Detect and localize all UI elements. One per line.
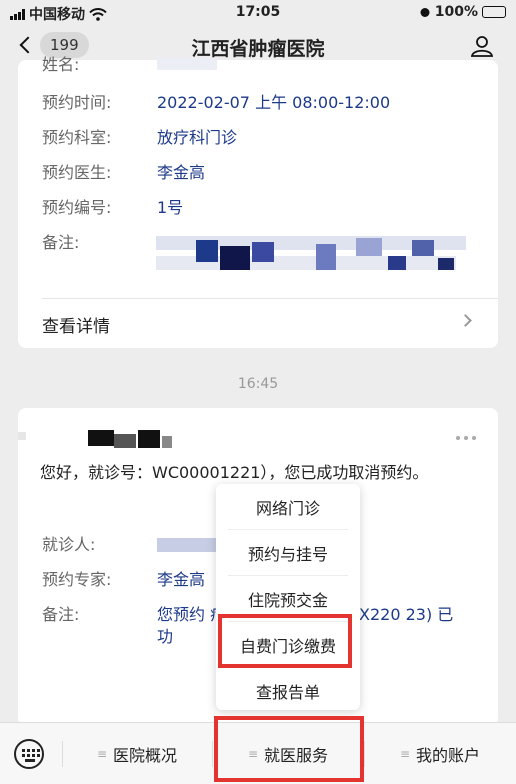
more-options-icon[interactable] — [456, 436, 476, 440]
divider — [42, 298, 498, 299]
redacted-mosaic — [18, 426, 178, 450]
status-bar: 中国移动 17:05 100% — [0, 0, 516, 24]
row-value: 2022-02-07 上午 08:00-12:00 — [157, 93, 391, 112]
row-value: 放疗科门诊 — [157, 128, 238, 147]
menu-icon: ≡ — [96, 747, 108, 761]
battery-area: 100% — [419, 4, 506, 20]
row-label: 预约时间: — [42, 93, 112, 112]
row-label: 备注: — [42, 605, 80, 624]
alarm-icon — [420, 8, 430, 17]
redacted-mosaic — [156, 232, 466, 274]
row-partial-name: 姓名: — [42, 54, 478, 76]
menu-item-online-clinic[interactable]: 网络门诊 — [228, 484, 348, 530]
row-appointment-number: 预约编号: 1号 — [42, 197, 478, 219]
menu-icon: ≡ — [399, 747, 411, 761]
cancellation-message: 您好，就诊号：WC00001221），您已成功取消预约。 — [40, 463, 429, 482]
row-label: 预约专家: — [42, 570, 112, 589]
row-label: 就诊人: — [42, 535, 96, 554]
row-appointment-time: 预约时间: 2022-02-07 上午 08:00-12:00 — [42, 92, 478, 114]
row-value: 1号 — [157, 198, 184, 217]
view-details-link[interactable]: 查看详情 — [42, 312, 110, 337]
menu-item-appointment-registration[interactable]: 预约与挂号 — [228, 530, 348, 576]
highlight-box-self-pay — [218, 614, 352, 668]
battery-percent: 100% — [434, 4, 478, 20]
keyboard-icon[interactable] — [14, 739, 44, 769]
row-doctor: 预约医生: 李金高 — [42, 162, 478, 184]
chevron-right-icon — [459, 314, 472, 327]
appointment-card: 姓名: 预约时间: 2022-02-07 上午 08:00-12:00 预约科室… — [18, 55, 498, 348]
highlight-box-medical-services — [214, 716, 364, 782]
row-label: 姓名: — [42, 55, 80, 74]
service-popup-menu: 网络门诊 预约与挂号 住院预交金 自费门诊缴费 查报告单 — [216, 484, 360, 710]
row-label: 预约医生: — [42, 163, 112, 182]
tab-hospital-overview[interactable]: ≡ 医院概况 — [62, 723, 212, 784]
row-department: 预约科室: 放疗科门诊 — [42, 127, 478, 149]
row-label: 备注: — [42, 233, 80, 252]
redacted-mosaic — [157, 58, 217, 70]
tab-label: 我的账户 — [416, 746, 481, 765]
tab-my-account[interactable]: ≡ 我的账户 — [364, 723, 516, 784]
row-value: 李金高 — [157, 570, 206, 589]
message-timestamp: 16:45 — [237, 376, 279, 392]
row-label: 预约科室: — [42, 128, 112, 147]
menu-item-check-report[interactable]: 查报告单 — [228, 668, 348, 714]
row-label: 预约编号: — [42, 198, 112, 217]
tab-label: 医院概况 — [113, 746, 178, 765]
battery-icon — [482, 6, 506, 18]
row-value: 李金高 — [157, 163, 206, 182]
